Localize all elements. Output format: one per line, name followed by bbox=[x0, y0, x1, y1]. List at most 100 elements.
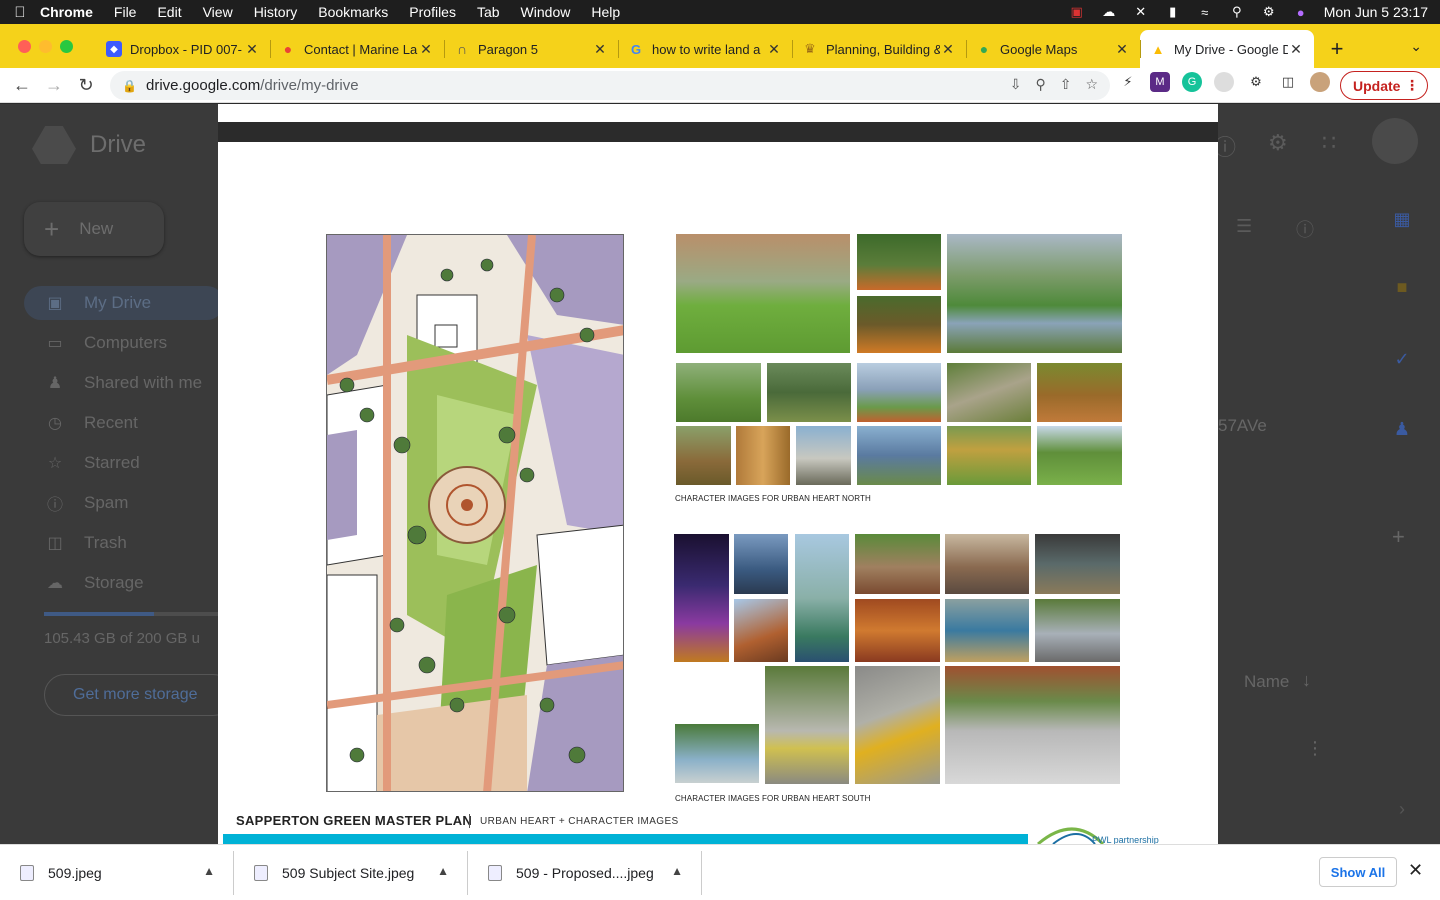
settings-gear-icon[interactable]: ⚙ bbox=[1268, 130, 1288, 156]
tab-dropbox[interactable]: ◆ Dropbox - PID 007- ✕ bbox=[96, 30, 270, 68]
menu-bookmarks[interactable]: Bookmarks bbox=[318, 4, 399, 20]
bluetooth-icon[interactable]: ✕ bbox=[1132, 4, 1150, 19]
control-center-icon[interactable]: ⚙ bbox=[1260, 4, 1278, 19]
nav-storage[interactable]: ☁ Storage bbox=[24, 566, 224, 600]
file-label-fragment[interactable]: 57AVe bbox=[1218, 416, 1267, 436]
more-options-icon[interactable]: ⋮ bbox=[1306, 738, 1324, 759]
menu-help[interactable]: Help bbox=[591, 4, 631, 20]
close-tab-icon[interactable]: ✕ bbox=[1288, 41, 1304, 58]
photo-fountain-plaza bbox=[945, 666, 1120, 784]
menu-edit[interactable]: Edit bbox=[157, 4, 192, 20]
tab-my-drive[interactable]: ▲ My Drive - Google D ✕ bbox=[1140, 30, 1314, 68]
sort-name-label[interactable]: Name bbox=[1244, 672, 1289, 692]
side-panel-icon[interactable]: ◫ bbox=[1278, 72, 1298, 92]
drive-app-name: Drive bbox=[90, 131, 147, 158]
close-tab-icon[interactable]: ✕ bbox=[418, 41, 434, 58]
shield-status-icon[interactable]: ▣ bbox=[1068, 4, 1086, 19]
trash-icon: ◫ bbox=[47, 535, 63, 552]
download-item[interactable]: 509 - Proposed....jpeg ▲ bbox=[468, 850, 702, 895]
new-button[interactable]: + New bbox=[24, 202, 164, 256]
download-item[interactable]: 509 Subject Site.jpeg ▲ bbox=[234, 850, 468, 895]
list-view-icon[interactable]: ☰ bbox=[1236, 216, 1252, 237]
nav-spam[interactable]: ⓘ Spam bbox=[24, 486, 224, 520]
tab-contact-marine[interactable]: ● Contact | Marine La ✕ bbox=[270, 30, 444, 68]
menu-view[interactable]: View bbox=[203, 4, 244, 20]
address-bar[interactable]: 🔒 drive.google.com/drive/my-drive ⇩ ⚲ ⇧ … bbox=[110, 71, 1110, 100]
share-icon[interactable]: ⇧ bbox=[1060, 76, 1072, 93]
lock-icon[interactable]: 🔒 bbox=[122, 79, 137, 93]
new-tab-button[interactable]: + bbox=[1320, 30, 1354, 68]
show-all-button[interactable]: Show All bbox=[1319, 857, 1397, 887]
forward-arrow-icon[interactable]: → bbox=[38, 69, 70, 101]
menu-file[interactable]: File bbox=[114, 4, 148, 20]
google-icon: G bbox=[630, 41, 642, 57]
puzzle-extensions-icon[interactable]: ⚙ bbox=[1246, 72, 1266, 92]
expand-panel-icon[interactable]: › bbox=[1380, 794, 1424, 824]
nav-computers[interactable]: ▭ Computers bbox=[24, 326, 224, 360]
nav-my-drive[interactable]: ▣ My Drive bbox=[24, 286, 224, 320]
tasks-addon-icon[interactable]: ✓ bbox=[1380, 344, 1424, 374]
battery-icon[interactable]: ▮ bbox=[1164, 4, 1182, 19]
tab-paragon[interactable]: ∩ Paragon 5 ✕ bbox=[444, 30, 618, 68]
close-tab-icon[interactable]: ✕ bbox=[766, 41, 782, 58]
tab-search-chevron-icon[interactable]: ⌄ bbox=[1410, 38, 1422, 55]
close-window-button[interactable] bbox=[18, 40, 31, 53]
close-tab-icon[interactable]: ✕ bbox=[1114, 41, 1130, 58]
get-more-storage-button[interactable]: Get more storage bbox=[44, 674, 234, 716]
spotlight-search-icon[interactable]: ⚲ bbox=[1228, 4, 1246, 19]
zoom-window-button[interactable] bbox=[60, 40, 73, 53]
bolt-extension-icon[interactable]: ⚡ bbox=[1118, 72, 1138, 92]
photo-blue-spire bbox=[734, 534, 788, 594]
chevron-up-icon[interactable]: ▲ bbox=[437, 864, 449, 878]
zoom-icon[interactable]: ⚲ bbox=[1035, 76, 1045, 93]
tab-google-search[interactable]: G how to write land a ✕ bbox=[618, 30, 792, 68]
bookmark-star-icon[interactable]: ☆ bbox=[1085, 76, 1098, 93]
back-arrow-icon[interactable]: ← bbox=[6, 69, 38, 101]
menu-app-chrome[interactable]: Chrome bbox=[40, 4, 104, 20]
menu-window[interactable]: Window bbox=[521, 4, 582, 20]
close-downloads-icon[interactable]: ✕ bbox=[1408, 860, 1423, 881]
cloud-status-icon[interactable]: ☁ bbox=[1100, 4, 1118, 19]
reload-icon[interactable]: ↻ bbox=[70, 69, 102, 101]
nav-shared[interactable]: ♟ Shared with me bbox=[24, 366, 224, 400]
update-button[interactable]: Update ⋮ bbox=[1340, 71, 1428, 100]
menu-tab[interactable]: Tab bbox=[477, 4, 511, 20]
menubar-clock[interactable]: Mon Jun 5 23:17 bbox=[1324, 4, 1428, 20]
wifi-icon[interactable]: ≈ bbox=[1196, 5, 1214, 20]
profile-avatar[interactable] bbox=[1310, 72, 1330, 92]
more-vert-icon[interactable]: ⋮ bbox=[1405, 77, 1419, 94]
chevron-up-icon[interactable]: ▲ bbox=[203, 864, 215, 878]
menu-history[interactable]: History bbox=[254, 4, 309, 20]
install-app-icon[interactable]: ⇩ bbox=[1010, 76, 1022, 93]
siri-icon[interactable]: ● bbox=[1292, 5, 1310, 20]
nav-recent[interactable]: ◷ Recent bbox=[24, 406, 224, 440]
add-addon-icon[interactable]: + bbox=[1392, 524, 1405, 550]
account-avatar[interactable] bbox=[1372, 118, 1418, 164]
calendar-addon-icon[interactable]: ▦ bbox=[1380, 204, 1424, 234]
google-maps-icon: ● bbox=[979, 41, 989, 57]
info-icon[interactable]: ⓘ bbox=[1296, 216, 1314, 242]
menu-profiles[interactable]: Profiles bbox=[409, 4, 467, 20]
download-item[interactable]: 509.jpeg ▲ bbox=[0, 850, 234, 895]
grey-extension-icon[interactable] bbox=[1214, 72, 1234, 92]
contacts-addon-icon[interactable]: ♟ bbox=[1380, 414, 1424, 444]
sort-arrow-icon[interactable]: ↓ bbox=[1302, 670, 1311, 691]
close-tab-icon[interactable]: ✕ bbox=[940, 41, 956, 58]
nav-trash[interactable]: ◫ Trash bbox=[24, 526, 224, 560]
tab-google-maps[interactable]: ● Google Maps ✕ bbox=[966, 30, 1140, 68]
chevron-up-icon[interactable]: ▲ bbox=[671, 864, 683, 878]
photo-play-mound bbox=[857, 296, 941, 353]
close-tab-icon[interactable]: ✕ bbox=[592, 41, 608, 58]
apple-icon[interactable]:  bbox=[0, 4, 40, 21]
apps-grid-icon[interactable]: ∷ bbox=[1322, 130, 1336, 156]
minimize-window-button[interactable] bbox=[39, 40, 52, 53]
keep-addon-icon[interactable]: ■ bbox=[1380, 272, 1424, 302]
tab-label: how to write land a bbox=[652, 41, 761, 57]
close-tab-icon[interactable]: ✕ bbox=[244, 41, 260, 58]
tab-planning-building[interactable]: ♛ Planning, Building & ✕ bbox=[792, 30, 966, 68]
grammarly-icon[interactable]: G bbox=[1182, 72, 1202, 92]
nav-starred[interactable]: ☆ Starred bbox=[24, 446, 224, 480]
purple-extension-icon[interactable]: M bbox=[1150, 72, 1170, 92]
storage-usage-text: 105.43 GB of 200 GB u bbox=[44, 630, 200, 647]
browser-tab-bar: ◆ Dropbox - PID 007- ✕ ● Contact | Marin… bbox=[0, 24, 1440, 68]
